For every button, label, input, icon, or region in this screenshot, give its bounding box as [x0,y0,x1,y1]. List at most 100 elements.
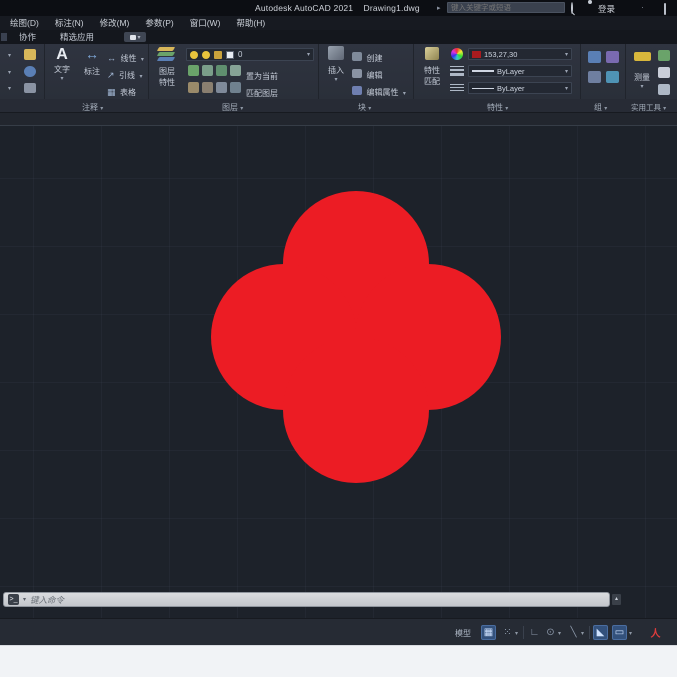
object-color-dropdown[interactable]: 153,27,30 ▾ [468,48,572,60]
chevron-down-icon[interactable]: ▾ [8,85,11,92]
chevron-down-icon: ▾ [565,51,568,58]
chevron-down-icon[interactable]: ▾ [8,69,11,76]
command-history-arrow[interactable]: ▴ [612,594,621,605]
chevron-down-icon[interactable]: ▾ [8,52,11,59]
annotation-scale-button[interactable]: ▭ [612,625,627,640]
tab-featured-apps[interactable]: 精选应用 [48,31,106,43]
chevron-down-icon[interactable]: ▾ [558,630,561,637]
edit-block-button[interactable]: 编辑 [352,65,382,83]
command-line[interactable]: >_ ▾ 键入命令 [3,592,610,607]
panel-block[interactable]: 块 ▾ [358,102,371,113]
table-icon: ▦ [107,87,116,97]
menu-modify[interactable]: 修改(M) [100,17,130,29]
insert-block-button[interactable]: 插入 ▾ [322,46,350,83]
table-button[interactable]: ▦ 表格 [107,82,136,100]
layer-tool-icon[interactable] [230,65,241,76]
draw-circle-icon[interactable] [24,66,36,77]
panel-utilities[interactable]: 实用工具 ▾ [631,102,666,113]
chevron-down-icon[interactable]: ▾ [581,630,584,637]
measure-button[interactable]: 测量 ▾ [630,48,654,90]
doc-title: Drawing1.dwg [364,3,420,13]
panel-layers[interactable]: 图层 ▾ [222,102,243,113]
signin-button[interactable]: 登录 [598,3,615,15]
revision-pencil-icon[interactable] [24,49,36,60]
ungroup-icon[interactable] [606,51,619,63]
command-placeholder: 键入命令 [30,594,64,606]
panel-label-row: 注释 ▾ 图层 ▾ 块 ▾ 特性 ▾ 组 ▾ 实用工具 ▾ [0,99,677,113]
grid-display-toggle[interactable]: ▦ [481,625,496,640]
titlebar: Autodesk AutoCAD 2021 Drawing1.dwg ▸ 登录 … [0,0,677,16]
snap-mode-toggle[interactable]: ⁙ [500,625,515,640]
layer-tool-icon[interactable] [216,82,227,93]
layer-on-icon [190,51,198,59]
layer-tool-icon[interactable] [202,82,213,93]
search-expand-icon[interactable]: ▸ [437,4,441,12]
chevron-down-icon: ▾ [307,51,310,58]
menu-help[interactable]: 帮助(H) [236,17,265,29]
layer-tool-icon[interactable] [188,82,199,93]
quatrefoil-bottom-circle[interactable] [283,337,429,483]
ribbon: ▾ ▾ ▾ A 文字 ▾ ↔ 标注 ↔ 线性 ▾ ↗ 引线 ▾ ▦ 表格 [0,44,677,99]
quick-select-icon[interactable] [658,67,670,78]
menubar: 绘图(D) 标注(N) 修改(M) 参数(P) 窗口(W) 帮助(H) [0,16,677,30]
hardware-accel-icon[interactable]: 人 [648,625,663,640]
group-icon[interactable] [588,51,601,63]
dimension-button[interactable]: ↔ 标注 [79,46,105,77]
text-button[interactable]: A 文字 ▾ [48,46,76,82]
help-search-input[interactable] [447,2,565,13]
clipboard-icon[interactable] [658,84,670,95]
menu-dimension[interactable]: 标注(N) [55,17,84,29]
tab-collaborate[interactable]: 协作 [7,31,48,43]
lineweight-value: ByLayer [497,67,525,76]
group-edit-icon[interactable] [588,71,601,83]
current-layer-name: 0 [238,50,242,59]
set-current-button[interactable]: 置为当前 [246,66,278,84]
search-icon[interactable] [571,3,573,13]
layer-tool-icon[interactable] [230,82,241,93]
quick-calc-icon[interactable] [658,50,670,61]
layer-tool-icon[interactable] [202,65,213,76]
layer-tool-icon[interactable] [188,65,199,76]
draw-stamp-icon[interactable] [24,83,36,93]
polar-tracking-toggle[interactable]: ⊙ [543,625,558,640]
app-title: Autodesk AutoCAD 2021 [255,3,353,13]
linetype-dropdown[interactable]: ByLayer ▾ [468,82,572,94]
menu-window[interactable]: 窗口(W) [190,17,221,29]
chevron-down-icon[interactable]: ▾ [629,630,632,637]
layer-tool-icon[interactable] [216,65,227,76]
layer-freeze-icon [202,51,210,59]
leader-button[interactable]: ↗ 引线 ▾ [107,65,142,83]
group-select-icon[interactable] [606,71,619,83]
create-block-button[interactable]: 创建 [352,48,382,66]
ortho-mode-toggle[interactable]: ∟ [527,625,542,640]
menu-draw[interactable]: 绘图(D) [10,17,39,29]
linetype-icon [450,84,464,91]
chevron-down-icon[interactable]: ▾ [23,596,26,603]
overflow-dot-icon: · [641,2,644,12]
statusbar: 模型 ▦ ⁙ ▾ ∟ ⊙ ▾ ╲ ▾ ◣ ▭ ▾ 人 [0,618,677,645]
edit-attributes-button[interactable]: 编辑属性 ▾ [352,82,406,100]
dimension-icon: ↔ [79,46,105,62]
menu-parametric[interactable]: 参数(P) [145,17,173,29]
match-properties-button[interactable]: 特性 匹配 [417,47,447,87]
linetype-value: ByLayer [497,84,525,93]
chevron-down-icon[interactable]: ▾ [515,630,518,637]
object-snap-toggle[interactable]: ╲ [566,625,581,640]
panel-properties[interactable]: 特性 ▾ [487,102,508,113]
workspace-switch-button[interactable]: ▾ [124,32,146,42]
linear-button[interactable]: ↔ 线性 ▾ [107,48,144,66]
lineweight-dropdown[interactable]: ByLayer ▾ [468,65,572,77]
chevron-down-icon: ▾ [138,34,141,41]
clipped-status-icon[interactable] [668,625,677,640]
layer-dropdown[interactable]: 0 ▾ [186,48,314,61]
layer-properties-button[interactable]: 图层 特性 [151,47,183,88]
linetype-sample [472,88,494,89]
linear-icon: ↔ [107,53,116,63]
drawing-canvas[interactable] [0,126,677,618]
model-space-button[interactable]: 模型 [455,628,471,639]
layer-color-swatch [226,51,234,59]
isolate-objects-toggle[interactable]: ◣ [593,625,608,640]
app-store-cart-icon[interactable] [664,4,666,14]
panel-annotate[interactable]: 注释 ▾ [82,102,103,113]
panel-groups[interactable]: 组 ▾ [594,102,607,113]
